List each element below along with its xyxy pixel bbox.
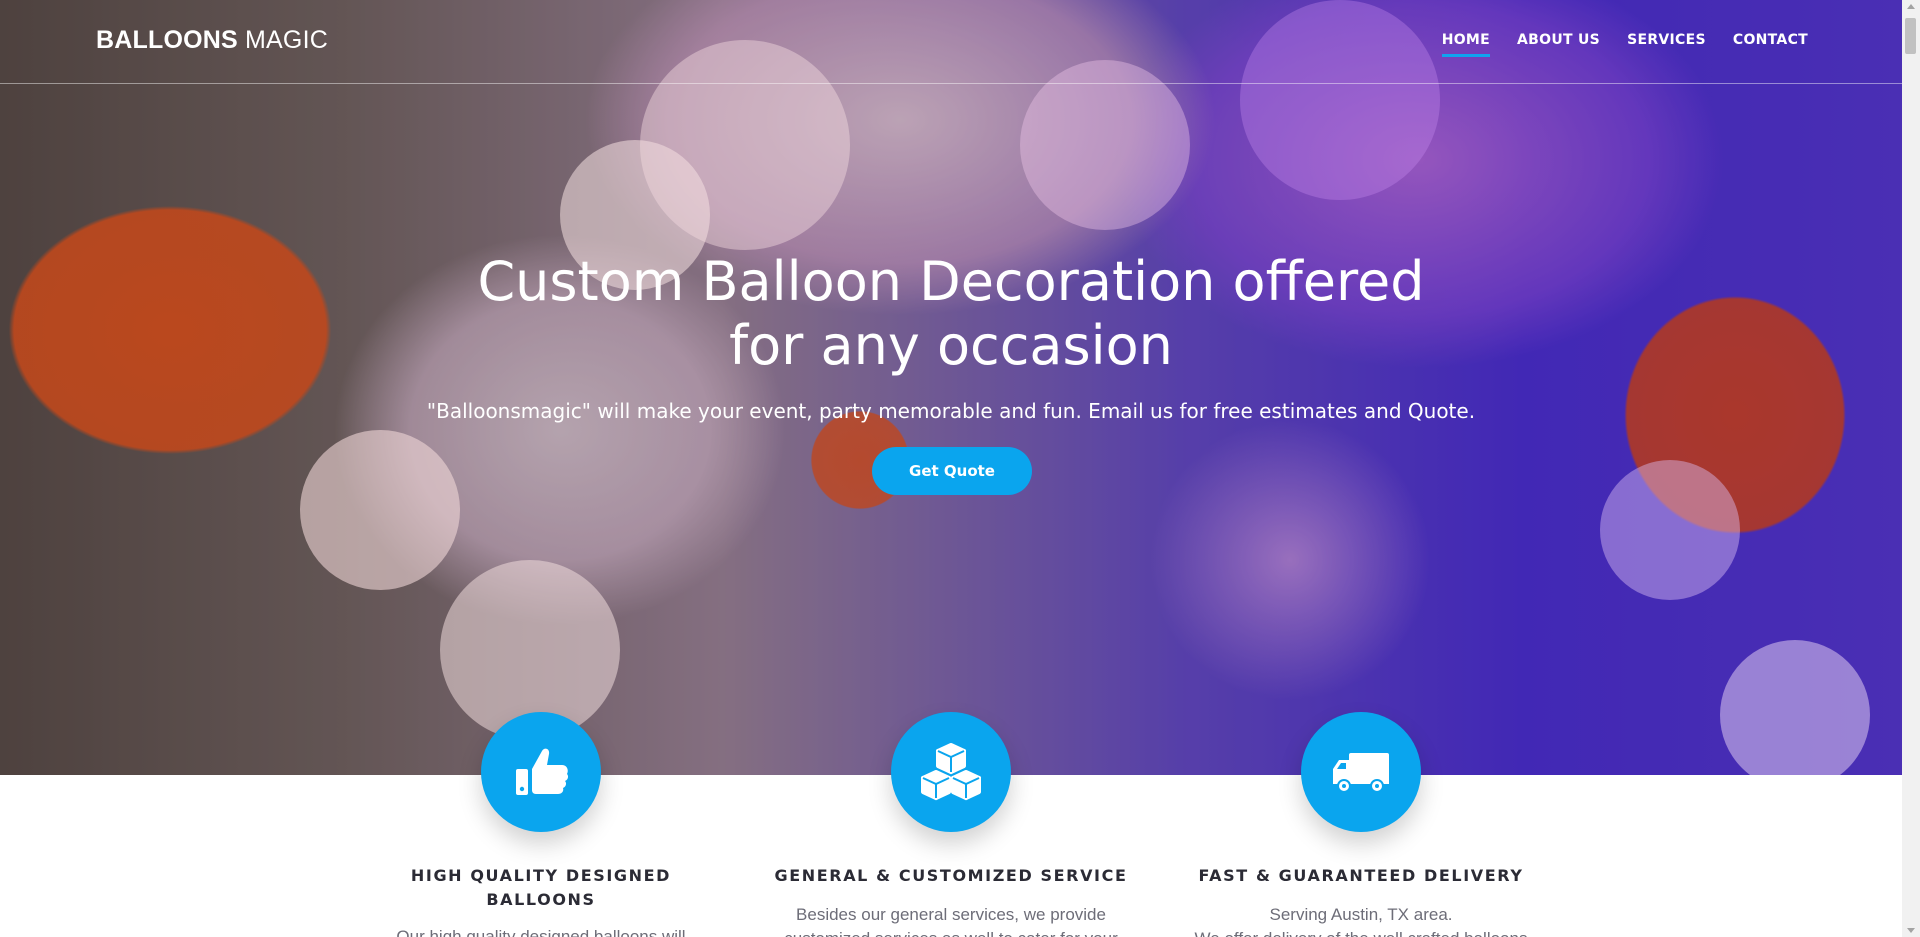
feature-text-delivery-line2: We offer delivery of the well crafted ba… xyxy=(1181,928,1541,937)
page-scrollbar[interactable] xyxy=(1902,0,1920,937)
get-quote-button[interactable]: Get Quote xyxy=(872,447,1032,495)
balloon-decoration xyxy=(1020,60,1190,230)
nav-item-contact[interactable]: CONTACT xyxy=(1733,32,1808,57)
brand-name-light: MAGIC xyxy=(237,26,328,54)
nav-item-about-us[interactable]: ABOUT US xyxy=(1517,32,1600,57)
truck-icon xyxy=(1301,712,1421,832)
brand-name-bold: BALLOONS xyxy=(96,26,238,54)
hero-title-wrap: Custom Balloon Decoration offered for an… xyxy=(0,250,1902,378)
scroll-down-arrow-icon[interactable] xyxy=(1907,928,1915,933)
page: BALLOONS MAGIC HOME ABOUT US SERVICES CO… xyxy=(0,0,1920,937)
feature-title-quality: HIGH QUALITY DESIGNED BALLOONS xyxy=(410,866,672,909)
feature-title-service: GENERAL & CUSTOMIZED SERVICE xyxy=(774,866,1128,885)
scroll-up-arrow-icon[interactable] xyxy=(1907,4,1915,9)
balloon-decoration xyxy=(1720,640,1870,775)
brand-logo[interactable]: BALLOONS MAGIC xyxy=(96,26,328,55)
balloon-decoration xyxy=(1600,460,1740,600)
feature-title-delivery: FAST & GUARANTEED DELIVERY xyxy=(1198,866,1524,885)
hero-title: Custom Balloon Decoration offered for an… xyxy=(477,250,1425,377)
feature-text-quality: Our high quality designed balloons will xyxy=(396,927,686,937)
nav-item-services[interactable]: SERVICES xyxy=(1627,32,1706,57)
feature-text-service-line2: customized services as well to cater for… xyxy=(771,928,1131,937)
top-navbar: BALLOONS MAGIC HOME ABOUT US SERVICES CO… xyxy=(0,0,1902,84)
balloon-decoration xyxy=(300,430,460,590)
cubes-icon xyxy=(891,712,1011,832)
hero-section xyxy=(0,0,1902,775)
nav-menu: HOME ABOUT US SERVICES CONTACT xyxy=(1441,32,1808,57)
feature-text-delivery: Serving Austin, TX area. xyxy=(1269,905,1453,924)
scrollbar-thumb[interactable] xyxy=(1905,18,1916,54)
nav-item-home[interactable]: HOME xyxy=(1441,32,1491,57)
hero-subtitle: "Balloonsmagic" will make your event, pa… xyxy=(426,399,1476,423)
thumbs-up-icon xyxy=(481,712,601,832)
feature-text-service: Besides our general services, we provide xyxy=(796,905,1106,924)
